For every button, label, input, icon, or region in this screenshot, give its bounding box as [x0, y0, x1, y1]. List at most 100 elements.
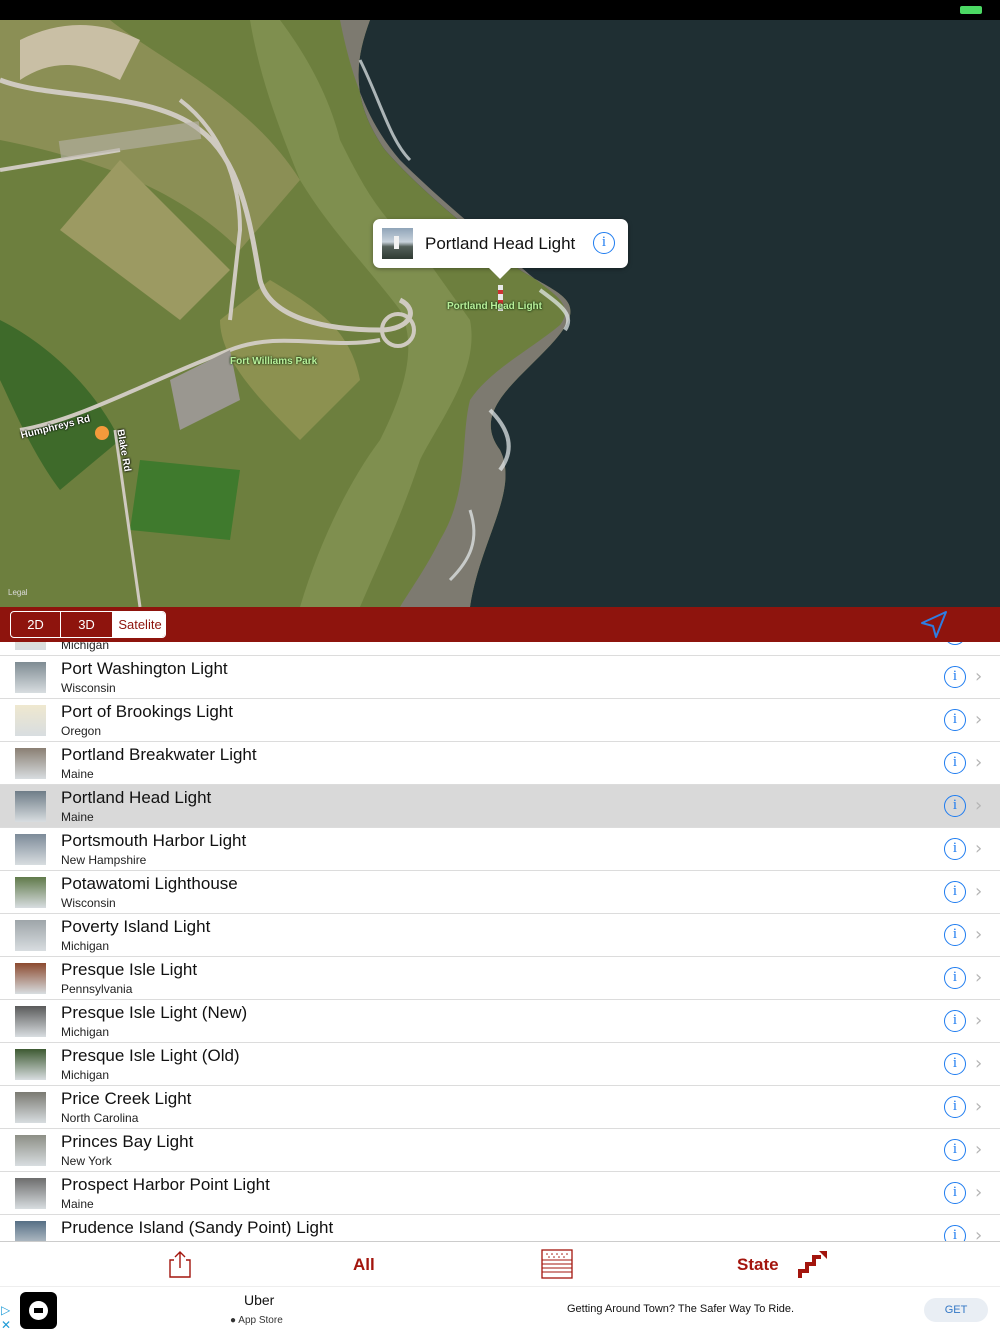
ad-tagline: Getting Around Town? The Safer Way To Ri…	[567, 1303, 795, 1315]
chevron-right-icon: ›	[975, 1225, 983, 1241]
lighthouse-thumbnail	[15, 877, 46, 908]
info-icon[interactable]: i	[944, 752, 966, 774]
lighthouse-thumbnail	[15, 834, 46, 865]
chevron-right-icon: ›	[975, 838, 983, 859]
info-icon[interactable]: i	[944, 1096, 966, 1118]
lighthouse-thumbnail	[15, 748, 46, 779]
list-item[interactable]: Potawatomi Lighthouse Wisconsin i ›	[0, 871, 1000, 914]
segment-satellite[interactable]: Satelite	[113, 612, 165, 637]
lighthouse-map-label: Portland Head Light	[447, 301, 542, 312]
info-icon[interactable]: i	[593, 232, 615, 254]
list-item-subtitle: Maine	[61, 767, 94, 781]
info-icon[interactable]: i	[944, 1010, 966, 1032]
lighthouse-thumbnail	[15, 963, 46, 994]
map-type-segmented-control[interactable]: 2D 3D Satelite	[10, 611, 166, 638]
list-item-title: Potawatomi Lighthouse	[61, 874, 238, 893]
info-icon[interactable]: i	[944, 666, 966, 688]
tab-all[interactable]: All	[353, 1255, 375, 1275]
chevron-right-icon: ›	[975, 666, 983, 687]
callout-title: Portland Head Light	[425, 234, 576, 253]
lighthouse-thumbnail	[15, 920, 46, 951]
ad-store-text: App Store	[238, 1315, 283, 1326]
list-item[interactable]: Princes Bay Light New York i ›	[0, 1129, 1000, 1172]
ad-app-name: Uber	[244, 1292, 275, 1308]
list-item[interactable]: Prudence Island (Sandy Point) LightRhode…	[0, 1215, 1000, 1241]
list-item-title: Port of Brookings Light	[61, 702, 233, 721]
list-item-subtitle: North Carolina	[61, 1111, 139, 1125]
segment-2d[interactable]: 2D	[11, 612, 61, 637]
chevron-right-icon: ›	[975, 1096, 983, 1117]
lighthouse-thumbnail	[15, 705, 46, 736]
list-item[interactable]: Port Sanilac LightMichigani›	[0, 642, 1000, 656]
info-icon[interactable]: i	[944, 709, 966, 731]
list-item-title: Presque Isle Light (New)	[61, 1003, 248, 1022]
info-icon[interactable]: i	[944, 642, 966, 645]
list-item[interactable]: Prospect Harbor Point Light Maine i ›	[0, 1172, 1000, 1215]
list-item-title: Portsmouth Harbor Light	[61, 831, 247, 850]
info-icon[interactable]: i	[944, 881, 966, 903]
lighthouse-thumbnail	[15, 662, 46, 693]
list-item[interactable]: Portland Head Light Maine i ›	[0, 785, 1000, 828]
battery-icon	[960, 6, 982, 14]
list-item-subtitle: Michigan	[61, 1068, 110, 1082]
list-item[interactable]: Port Washington Light Wisconsin i ›	[0, 656, 1000, 699]
list-item-subtitle: Michigan	[61, 642, 110, 652]
lighthouse-thumbnail	[15, 1092, 46, 1123]
satellite-imagery	[0, 20, 571, 607]
bottom-tab-bar: All State	[0, 1241, 1000, 1286]
map-legal-link[interactable]: Legal	[8, 588, 28, 597]
info-icon[interactable]: i	[944, 1139, 966, 1161]
chevron-right-icon: ›	[975, 1182, 983, 1203]
list-item[interactable]: Price Creek Light North Carolina i ›	[0, 1086, 1000, 1129]
list-item-subtitle: Michigan	[61, 939, 110, 953]
list-item-title: Prospect Harbor Point Light	[61, 1175, 270, 1194]
list-item[interactable]: Presque Isle Light (New) Michigan i ›	[0, 1000, 1000, 1043]
list-item-title: Price Creek Light	[61, 1089, 192, 1108]
list-item[interactable]: Portland Breakwater Light Maine i ›	[0, 742, 1000, 785]
segment-3d[interactable]: 3D	[61, 612, 113, 637]
map-callout[interactable]: Portland Head Light i	[373, 219, 628, 279]
info-icon[interactable]: i	[944, 1225, 966, 1241]
tab-state[interactable]: State	[737, 1255, 779, 1275]
adchoices-icon[interactable]: ▷ ✕	[1, 1303, 11, 1333]
list-item-title: Presque Isle Light	[61, 960, 198, 979]
info-icon[interactable]: i	[944, 924, 966, 946]
list-item[interactable]: Port of Brookings Light Oregon i ›	[0, 699, 1000, 742]
callout-thumbnail	[382, 228, 413, 259]
lighthouse-thumbnail	[15, 1221, 46, 1241]
list-item-title: Portland Head Light	[61, 788, 212, 807]
list-item[interactable]: Presque Isle Light (Old) Michigan i ›	[0, 1043, 1000, 1086]
apple-icon: ●	[230, 1315, 237, 1326]
info-icon[interactable]: i	[944, 1182, 966, 1204]
lighthouse-thumbnail	[15, 1135, 46, 1166]
lighthouse-thumbnail	[15, 1178, 46, 1209]
chevron-right-icon: ›	[975, 795, 983, 816]
list-item-title: Poverty Island Light	[61, 917, 211, 936]
lighthouse-thumbnail	[15, 1049, 46, 1080]
chevron-right-icon: ›	[975, 924, 983, 945]
map-toolbar: 2D 3D Satelite	[0, 607, 1000, 642]
lighthouse-thumbnail	[15, 791, 46, 822]
chevron-right-icon: ›	[975, 1010, 983, 1031]
lighthouse-thumbnail	[15, 642, 46, 650]
info-icon[interactable]: i	[944, 795, 966, 817]
info-icon[interactable]: i	[944, 1053, 966, 1075]
lighthouse-list[interactable]: Port Sanilac LightMichigani›Port Washing…	[0, 642, 1000, 1241]
list-item[interactable]: Poverty Island Light Michigan i ›	[0, 914, 1000, 957]
list-item-subtitle: Maine	[61, 810, 94, 824]
list-item[interactable]: Portsmouth Harbor Light New Hampshire i ›	[0, 828, 1000, 871]
ad-banner[interactable]: ▷ ✕ Uber ● App Store Getting Around Town?…	[0, 1286, 1000, 1334]
ad-get-button[interactable]: GET	[924, 1298, 988, 1322]
location-arrow-icon[interactable]	[918, 609, 950, 641]
info-icon[interactable]: i	[944, 838, 966, 860]
us-flag-icon[interactable]	[541, 1249, 573, 1279]
satellite-map[interactable]: Portland Head Light Fort Williams Park H…	[0, 20, 1000, 607]
list-item-title: Princes Bay Light	[61, 1132, 194, 1151]
list-item[interactable]: Presque Isle Light Pennsylvania i ›	[0, 957, 1000, 1000]
ad-store-label: ● App Store	[230, 1315, 283, 1326]
share-icon[interactable]	[168, 1250, 192, 1278]
info-icon[interactable]: i	[944, 967, 966, 989]
chevron-right-icon: ›	[975, 1053, 983, 1074]
chevron-right-icon: ›	[975, 1139, 983, 1160]
stairs-icon[interactable]	[797, 1248, 829, 1280]
